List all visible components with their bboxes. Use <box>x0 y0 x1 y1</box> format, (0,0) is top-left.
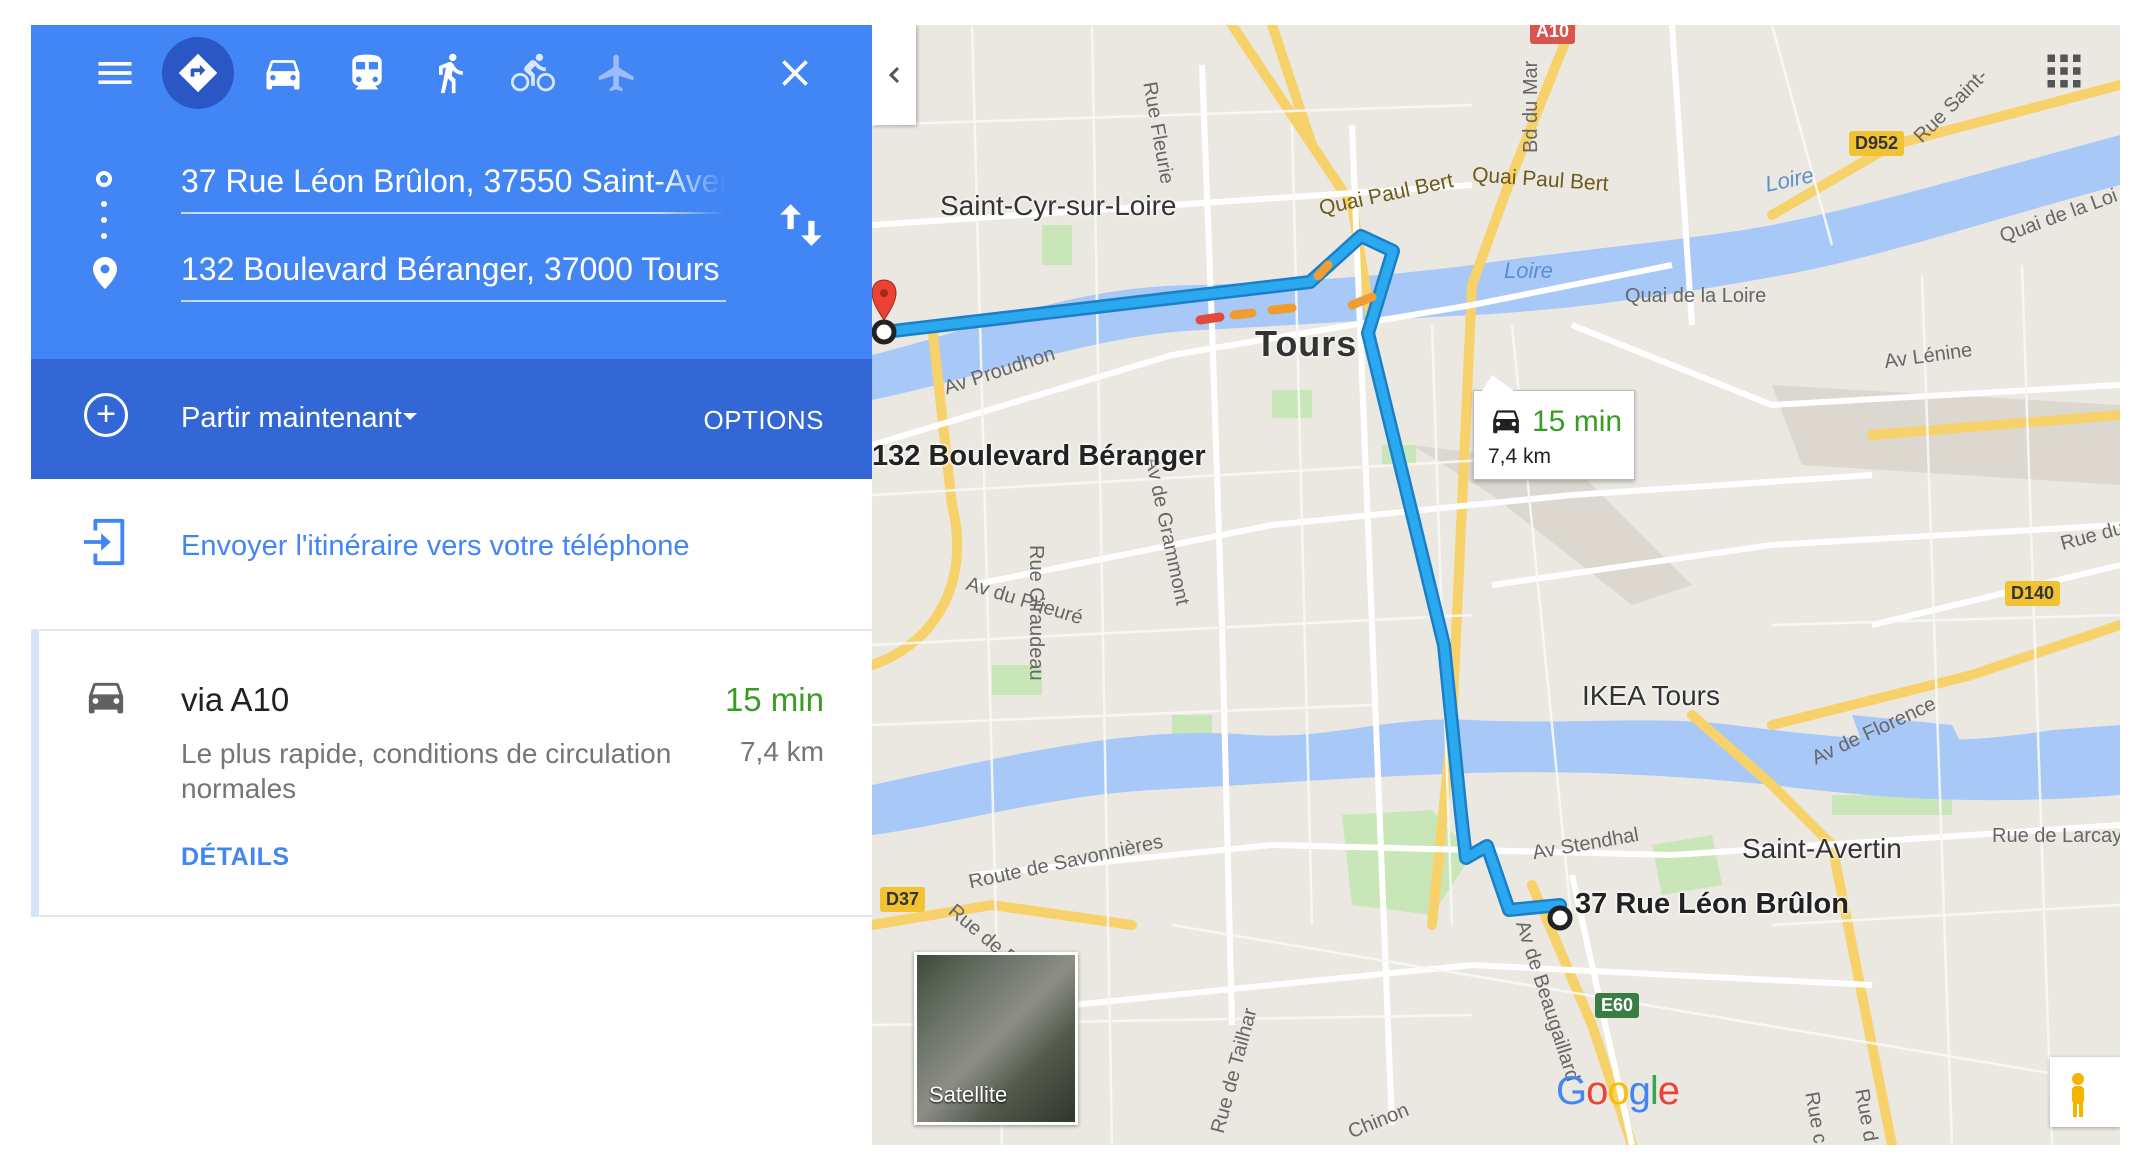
origin-circle-icon <box>96 171 112 187</box>
mode-transit-button[interactable] <box>331 37 403 109</box>
map-street-label: Bd du Mar <box>1520 60 1542 153</box>
directions-icon <box>178 53 218 93</box>
options-button[interactable]: OPTIONS <box>703 405 824 436</box>
car-icon <box>88 682 124 714</box>
origin-input[interactable]: 37 Rue Léon Brûlon, 37550 Saint-Avertin <box>181 163 726 214</box>
send-to-phone-icon <box>83 518 125 566</box>
map-place-label: Saint-Cyr-sur-Loire <box>940 190 1177 221</box>
route-duration: 15 min <box>724 681 824 718</box>
road-shield: D952 <box>1849 131 1905 156</box>
route-connector-dot <box>101 233 107 239</box>
dropdown-caret-icon[interactable] <box>403 413 417 420</box>
bicycle-icon <box>511 53 555 92</box>
menu-icon <box>98 62 132 84</box>
route-connector-dot <box>101 217 107 223</box>
walk-icon <box>439 53 463 94</box>
route-description: Le plus rapide, conditions de circulatio… <box>181 738 672 804</box>
satellite-label: Satellite <box>929 1082 1008 1107</box>
route-option-card[interactable]: via A10 15 min Le plus rapide, condition… <box>31 631 872 917</box>
map-canvas[interactable]: Tours Saint-Cyr-sur-Loire Saint-Avertin … <box>872 25 2120 1145</box>
mode-bike-button[interactable] <box>497 37 569 109</box>
apps-grid-icon[interactable] <box>2046 53 2082 89</box>
map-place-label: Tours <box>1255 323 1358 364</box>
mode-car-button[interactable] <box>247 37 319 109</box>
mode-directions-button[interactable] <box>162 37 234 109</box>
airplane-icon <box>598 54 634 92</box>
bubble-duration: 15 min <box>1532 405 1623 438</box>
map-place-label: Saint-Avertin <box>1742 833 1902 864</box>
mode-walk-button[interactable] <box>414 37 486 109</box>
road-shield: E60 <box>1595 993 1640 1018</box>
send-to-phone-link[interactable]: Envoyer l'itinéraire vers votre téléphon… <box>181 530 689 563</box>
route-time-bubble[interactable]: 15 min 7,4 km <box>1473 375 1635 480</box>
add-destination-icon[interactable]: + <box>84 393 128 437</box>
pegman-icon <box>2072 1073 2084 1117</box>
car-icon <box>266 60 300 90</box>
car-icon <box>1493 410 1519 434</box>
train-icon <box>352 54 382 90</box>
route-distance: 7,4 km <box>739 736 824 767</box>
road-shield: A10 <box>1530 25 1576 44</box>
bubble-distance: 7,4 km <box>1488 445 1552 468</box>
google-logo: Google <box>1556 1069 1680 1113</box>
road-shield: D37 <box>880 887 926 912</box>
destination-pin-icon <box>93 257 117 289</box>
map-street-label: Quai de la Loire <box>1625 285 1767 307</box>
close-icon <box>782 60 808 86</box>
send-to-phone-row[interactable]: Envoyer l'itinéraire vers votre téléphon… <box>31 479 872 631</box>
map-place-label: IKEA Tours <box>1582 680 1721 711</box>
menu-button[interactable] <box>79 37 151 109</box>
swap-directions-icon[interactable] <box>776 195 826 255</box>
map-river-label: Loire <box>1504 258 1553 283</box>
bubble-pointer <box>1482 375 1514 391</box>
origin-map-label: 37 Rue Léon Brûlon <box>1575 888 1849 920</box>
mode-flight-button[interactable] <box>581 37 653 109</box>
collapse-panel-button[interactable] <box>872 25 916 125</box>
satellite-toggle[interactable]: Satellite <box>914 952 1078 1125</box>
street-view-button[interactable] <box>2050 1057 2120 1127</box>
map-street-label: Rue Giraudeau <box>1025 545 1047 681</box>
chevron-left-icon <box>888 66 900 84</box>
map-street-label: Rue de Larcay <box>1992 825 2120 847</box>
details-button[interactable]: DÉTAILS <box>181 843 290 872</box>
road-shield: D140 <box>2005 581 2061 606</box>
route-connector-dot <box>101 201 107 207</box>
route-via: via A10 <box>181 681 290 718</box>
destination-map-label: 132 Boulevard Béranger <box>872 440 1206 472</box>
directions-header: 37 Rue Léon Brûlon, 37550 Saint-Avertin … <box>31 25 872 359</box>
directions-panel: 37 Rue Léon Brûlon, 37550 Saint-Avertin … <box>31 25 872 917</box>
depart-now-dropdown[interactable]: Partir maintenant <box>181 402 402 435</box>
destination-input[interactable]: 132 Boulevard Béranger, 37000 Tours <box>181 251 726 302</box>
close-button[interactable] <box>759 37 831 109</box>
